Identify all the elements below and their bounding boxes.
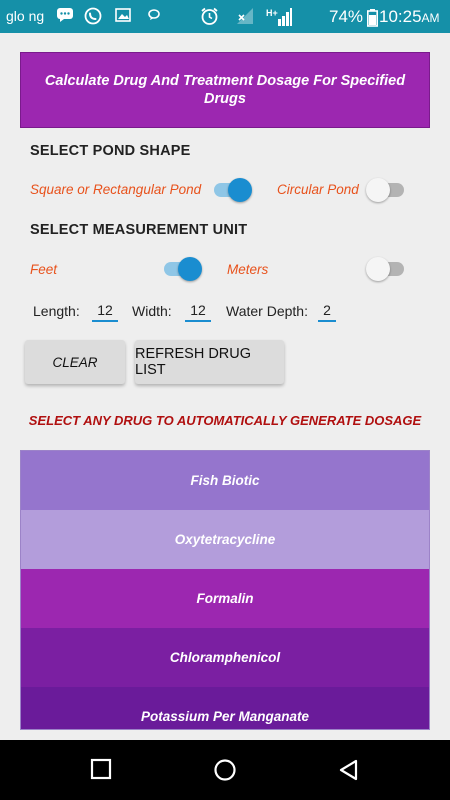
rectangular-pond-switch[interactable]: [212, 176, 252, 202]
meters-label: Meters: [227, 262, 269, 277]
circular-pond-label: Circular Pond: [277, 182, 359, 197]
message-icon: [146, 7, 162, 28]
clear-button[interactable]: CLEAR: [25, 340, 125, 384]
drug-item-chloramphenicol[interactable]: Chloramphenicol: [21, 628, 429, 687]
clock: 10:25AM: [379, 7, 440, 26]
chat-icon: [56, 7, 74, 28]
header-banner: Calculate Drug And Treatment Dosage For …: [20, 52, 430, 128]
water-depth-label: Water Depth:: [226, 303, 308, 319]
navigation-bar: [0, 740, 450, 800]
no-signal-icon: [236, 7, 254, 30]
water-depth-input[interactable]: 2: [318, 303, 336, 322]
drug-select-hint: SELECT ANY DRUG TO AUTOMATICALLY GENERAT…: [28, 413, 422, 428]
recent-apps-icon[interactable]: [90, 758, 112, 785]
circular-pond-switch[interactable]: [366, 176, 406, 202]
feet-switch[interactable]: [162, 255, 202, 281]
drug-item-oxytetracycline[interactable]: Oxytetracycline: [21, 510, 429, 569]
status-bar: glo ng H+ 74% 10:25AM: [0, 0, 450, 33]
length-label: Length:: [33, 303, 80, 319]
signal-h-icon: H+: [266, 7, 292, 32]
length-input[interactable]: 12: [92, 303, 118, 322]
back-icon[interactable]: [337, 758, 361, 787]
drug-list: Fish Biotic Oxytetracycline Formalin Chl…: [20, 450, 430, 730]
battery-icon: [367, 9, 378, 32]
drug-item-fish-biotic[interactable]: Fish Biotic: [21, 451, 429, 510]
refresh-drug-list-button[interactable]: REFRESH DRUG LIST: [135, 340, 284, 384]
gallery-icon: [115, 7, 131, 28]
home-icon[interactable]: [213, 758, 237, 787]
pond-shape-heading: SELECT POND SHAPE: [30, 143, 191, 159]
page-title: Calculate Drug And Treatment Dosage For …: [44, 73, 406, 107]
width-input[interactable]: 12: [185, 303, 211, 322]
measurement-unit-heading: SELECT MEASUREMENT UNIT: [30, 222, 248, 238]
drug-item-formalin[interactable]: Formalin: [21, 569, 429, 628]
feet-label: Feet: [30, 262, 58, 277]
svg-text:H+: H+: [266, 8, 278, 18]
rectangular-pond-label: Square or Rectangular Pond: [30, 182, 202, 197]
width-label: Width:: [132, 303, 172, 319]
alarm-icon: [200, 7, 219, 31]
whatsapp-icon: [84, 7, 102, 30]
meters-switch[interactable]: [366, 255, 406, 281]
battery-percent: 74%: [329, 7, 364, 26]
drug-item-potassium-per-manganate[interactable]: Potassium Per Manganate: [21, 687, 429, 729]
carrier-name: glo ng: [6, 8, 45, 24]
